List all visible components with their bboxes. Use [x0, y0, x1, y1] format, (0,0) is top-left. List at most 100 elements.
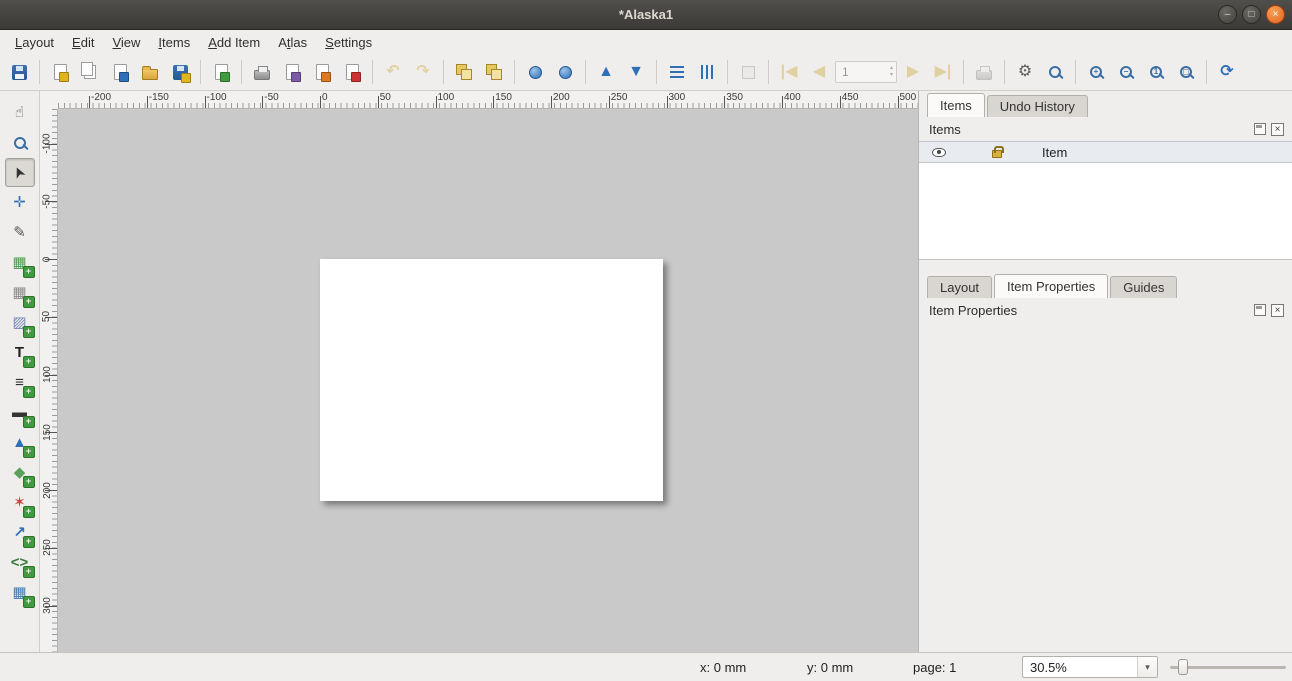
layout-page[interactable] — [320, 259, 663, 501]
add-marker-button[interactable]: ✶ — [5, 488, 35, 517]
new-layout-button[interactable] — [46, 58, 74, 86]
vertical-ruler[interactable]: -100-50050100150200250300 — [40, 109, 58, 652]
export-as-pdf-button[interactable] — [338, 58, 366, 86]
export-as-image-button[interactable] — [278, 58, 306, 86]
move-item-content-button[interactable]: ✛ — [5, 188, 35, 217]
zoom-in-button[interactable]: + — [1082, 58, 1110, 86]
layout-manager-button[interactable] — [106, 58, 134, 86]
resize-selected-items-button[interactable] — [734, 58, 762, 86]
menu-layout[interactable]: Layout — [6, 32, 63, 53]
distribute-selected-items-button[interactable] — [693, 58, 721, 86]
menu-view[interactable]: View — [103, 32, 149, 53]
toolbar-separator — [372, 60, 373, 84]
item-column-header: Item — [1042, 145, 1067, 160]
toolbar-separator — [39, 60, 40, 84]
menu-items[interactable]: Items — [149, 32, 199, 53]
align-selected-items-icon — [670, 66, 684, 78]
add-3d-map-button[interactable]: ▦ — [5, 278, 35, 307]
layout-canvas[interactable] — [58, 109, 918, 652]
add-arrow-button[interactable]: ↗ — [5, 518, 35, 547]
zoom-slider[interactable] — [1170, 659, 1286, 675]
zoom-tool-button[interactable] — [5, 128, 35, 157]
add-picture-button[interactable]: ▨ — [5, 308, 35, 337]
tab-layout[interactable]: Layout — [927, 276, 992, 298]
menu-atlas[interactable]: Atlas — [269, 32, 316, 53]
items-panel-close-icon[interactable]: × — [1271, 123, 1284, 136]
add-pages-button[interactable] — [207, 58, 235, 86]
select-move-item-button[interactable]: ➤ — [5, 158, 35, 187]
menu-edit[interactable]: Edit — [63, 32, 103, 53]
raise-selected-items-button[interactable]: ▲ — [592, 58, 620, 86]
ruler-tick — [147, 96, 148, 108]
items-panel-float-icon[interactable] — [1254, 123, 1266, 135]
tab-guides[interactable]: Guides — [1110, 276, 1177, 298]
tab-undo-history[interactable]: Undo History — [987, 95, 1088, 117]
close-button[interactable]: × — [1266, 5, 1285, 24]
save-project-icon — [12, 65, 27, 80]
redo-button[interactable]: ↷ — [409, 58, 437, 86]
duplicate-layout-button[interactable] — [76, 58, 104, 86]
add-attribute-table-button[interactable]: ▦ — [5, 578, 35, 607]
tab-item-properties[interactable]: Item Properties — [994, 274, 1108, 298]
item-properties-float-icon[interactable] — [1254, 304, 1266, 316]
atlas-settings-button[interactable]: ⚙ — [1011, 58, 1039, 86]
zoom-combo-dropdown-icon[interactable]: ▾ — [1137, 657, 1157, 677]
add-scale-bar-button[interactable]: ▬ — [5, 398, 35, 427]
export-as-svg-button[interactable] — [308, 58, 336, 86]
save-items-as-template-button[interactable] — [166, 58, 194, 86]
preview-atlas-button[interactable] — [1041, 58, 1069, 86]
refresh-view-button[interactable]: ⟳ — [1213, 58, 1241, 86]
add-items-from-template-button[interactable] — [136, 58, 164, 86]
menu-add-item[interactable]: Add Item — [199, 32, 269, 53]
title-bar[interactable]: *Alaska1 –□× — [0, 0, 1292, 30]
ruler-label: 0 — [322, 92, 328, 103]
zoom-slider-handle[interactable] — [1178, 659, 1188, 675]
atlas-last-feature-button[interactable]: ▶| — [929, 58, 957, 86]
horizontal-ruler[interactable]: -200-150-100-500501001502002503003504004… — [58, 91, 918, 109]
lock-selected-items-button[interactable] — [521, 58, 549, 86]
atlas-previous-feature-button[interactable]: ◀ — [805, 58, 833, 86]
ruler-tick — [609, 96, 610, 108]
print-layout-button[interactable] — [248, 58, 276, 86]
atlas-first-feature-button[interactable]: |◀ — [775, 58, 803, 86]
align-selected-items-button[interactable] — [663, 58, 691, 86]
edit-nodes-item-button[interactable]: ✎ — [5, 218, 35, 247]
zoom-out-button[interactable]: − — [1112, 58, 1140, 86]
zoom-actual-size-icon: 1 — [1150, 66, 1162, 78]
zoom-actual-size-button[interactable]: 1 — [1142, 58, 1170, 86]
add-label-icon: T — [15, 345, 24, 360]
add-north-arrow-button[interactable]: ▲ — [5, 428, 35, 457]
maximize-button[interactable]: □ — [1242, 5, 1261, 24]
add-legend-button[interactable]: ≡ — [5, 368, 35, 397]
items-list[interactable] — [919, 163, 1292, 260]
toolbar-separator — [241, 60, 242, 84]
group-items-button[interactable] — [450, 58, 478, 86]
undo-button[interactable]: ↶ — [379, 58, 407, 86]
atlas-next-feature-button[interactable]: ▶ — [899, 58, 927, 86]
unlock-all-items-button[interactable] — [551, 58, 579, 86]
pan-layout-button[interactable]: ☝ — [5, 98, 35, 127]
menu-settings[interactable]: Settings — [316, 32, 381, 53]
item-properties-close-icon[interactable]: × — [1271, 304, 1284, 317]
spinbox-arrows-icon[interactable]: ▴▾ — [890, 62, 893, 82]
ungroup-items-button[interactable] — [480, 58, 508, 86]
main-area: ☝➤✛✎▦▦▨T≡▬▲◆✶↗<>▦ -200-150-100-500501001… — [0, 91, 1292, 652]
add-legend-icon: ≡ — [15, 375, 24, 390]
zoom-full-extent-button[interactable]: ◻ — [1172, 58, 1200, 86]
item-properties-panel-title: Item Properties — [929, 303, 1017, 318]
items-panel-title: Items — [929, 122, 961, 137]
add-label-button[interactable]: T — [5, 338, 35, 367]
minimize-button[interactable]: – — [1218, 5, 1237, 24]
add-map-button[interactable]: ▦ — [5, 248, 35, 277]
tab-items[interactable]: Items — [927, 93, 985, 117]
print-atlas-button[interactable] — [970, 58, 998, 86]
add-shape-button[interactable]: ◆ — [5, 458, 35, 487]
zoom-level-combobox[interactable]: 30.5% ▾ — [1022, 656, 1158, 678]
print-layout-icon — [254, 70, 270, 80]
atlas-page-spinbox[interactable]: 1▴▾ — [835, 61, 897, 83]
save-project-button[interactable] — [5, 58, 33, 86]
add-html-frame-button[interactable]: <> — [5, 548, 35, 577]
lower-selected-items-icon: ▼ — [628, 64, 644, 80]
lower-selected-items-button[interactable]: ▼ — [622, 58, 650, 86]
menu-bar: LayoutEditViewItemsAdd ItemAtlasSettings — [0, 30, 1292, 54]
